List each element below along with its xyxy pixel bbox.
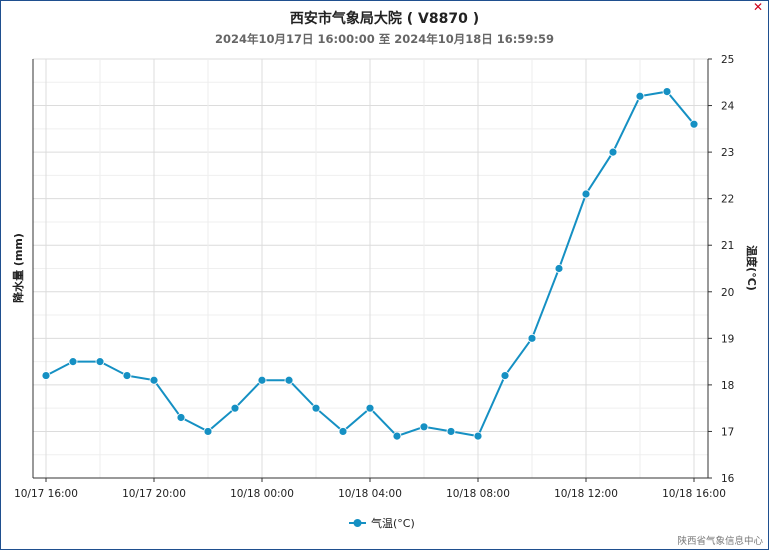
data-point (230, 403, 240, 413)
data-point (311, 403, 321, 413)
y-tick-label: 24 (721, 101, 735, 113)
y-tick-label: 16 (721, 473, 735, 485)
data-point (689, 119, 699, 129)
data-point (338, 427, 348, 436)
data-point (68, 357, 78, 367)
y-tick-label: 17 (721, 426, 734, 438)
legend[interactable]: 气温(°C) (349, 516, 415, 530)
x-tick-label: 10/18 00:00 (230, 488, 294, 500)
x-tick-label: 10/18 12:00 (554, 488, 618, 500)
data-point (473, 431, 483, 441)
right-axis-ticks: 16 17 18 19 20 21 22 23 24 25 (708, 54, 735, 485)
data-point (149, 375, 159, 385)
y-tick-label: 18 (721, 380, 734, 392)
data-point (581, 189, 591, 199)
data-point (257, 375, 267, 385)
left-axis-title: 降水量 (mm) (11, 233, 25, 303)
y-tick-label: 25 (721, 54, 734, 66)
legend-swatch-marker (353, 519, 362, 527)
x-tick-label: 10/18 08:00 (446, 488, 510, 500)
data-point (662, 87, 672, 96)
y-tick-label: 22 (721, 194, 734, 206)
data-point (122, 371, 132, 380)
x-tick-label: 10/18 16:00 (662, 488, 726, 500)
data-point (95, 357, 105, 367)
y-tick-label: 19 (721, 333, 734, 345)
data-point (365, 403, 375, 413)
data-point (608, 147, 618, 157)
data-point (392, 431, 402, 441)
x-tick-label: 10/17 16:00 (14, 488, 78, 500)
data-point (419, 422, 429, 432)
x-tick-label: 10/17 20:00 (122, 488, 186, 500)
x-tick-label: 10/18 04:00 (338, 488, 402, 500)
data-point (446, 427, 456, 436)
right-axis-title: 温度(°C) (745, 245, 759, 291)
y-tick-label: 23 (721, 147, 734, 159)
y-tick-label: 21 (721, 240, 734, 252)
data-point (284, 375, 294, 385)
y-tick-label: 20 (721, 287, 734, 299)
grid (33, 58, 708, 479)
data-point (554, 264, 564, 273)
data-point (176, 413, 186, 422)
legend-label: 气温(°C) (371, 516, 415, 530)
data-point (500, 371, 510, 380)
line-chart: 10/17 16:00 10/17 20:00 10/18 00:00 10/18 0… (11, 54, 759, 530)
data-point (527, 333, 537, 343)
data-point (635, 91, 645, 101)
x-axis-ticks: 10/17 16:00 10/17 20:00 10/18 00:00 10/18 0… (14, 478, 726, 500)
data-point (41, 371, 51, 380)
data-point (203, 427, 213, 436)
